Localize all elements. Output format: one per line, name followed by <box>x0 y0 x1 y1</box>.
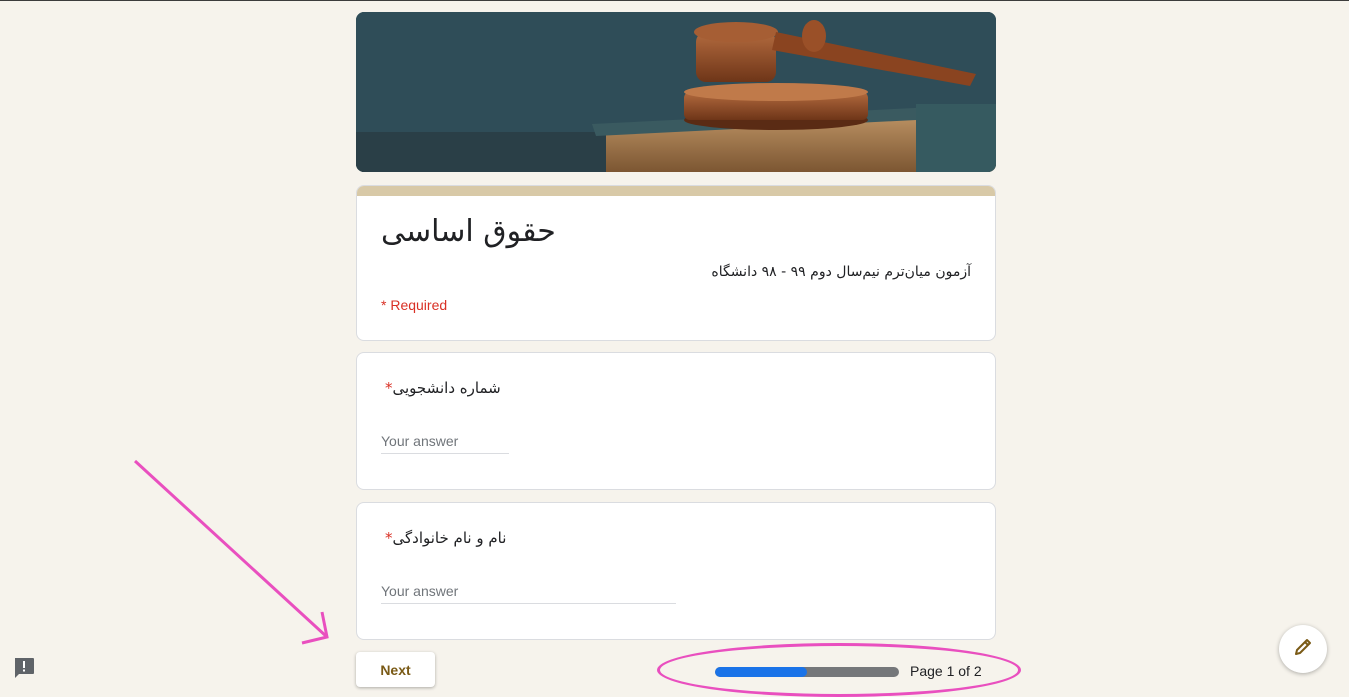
student-number-input[interactable]: Your answer <box>381 433 509 454</box>
report-problem-icon[interactable] <box>12 656 36 680</box>
next-button[interactable]: Next <box>356 652 435 687</box>
title-card-accent-bar <box>357 186 995 196</box>
question-card-student-number: شماره دانشجویی * Your answer <box>356 352 996 490</box>
required-asterisk: * <box>385 379 393 397</box>
annotation-ellipse <box>657 643 1021 697</box>
question-label: شماره دانشجویی * <box>381 379 501 397</box>
form-column: حقوق اساسی آزمون میان‌ترم نیم‌سال دوم ۹۹… <box>356 12 996 640</box>
edit-button[interactable] <box>1279 625 1327 673</box>
pencil-icon <box>1293 637 1313 662</box>
form-title-card: حقوق اساسی آزمون میان‌ترم نیم‌سال دوم ۹۹… <box>356 185 996 341</box>
top-border <box>0 0 1349 1</box>
question-label: نام و نام خانوادگی * <box>381 529 506 547</box>
question-card-full-name: نام و نام خانوادگی * Your answer <box>356 502 996 640</box>
question-text: نام و نام خانوادگی <box>392 529 507 547</box>
question-text: شماره دانشجویی <box>392 379 501 397</box>
form-title: حقوق اساسی <box>381 214 556 249</box>
required-asterisk: * <box>385 529 393 547</box>
form-description: آزمون میان‌ترم نیم‌سال دوم ۹۹ - ۹۸ دانشگ… <box>711 264 971 280</box>
header-banner-image <box>356 12 996 172</box>
full-name-input[interactable]: Your answer <box>381 583 676 604</box>
required-note: * Required <box>381 297 448 313</box>
